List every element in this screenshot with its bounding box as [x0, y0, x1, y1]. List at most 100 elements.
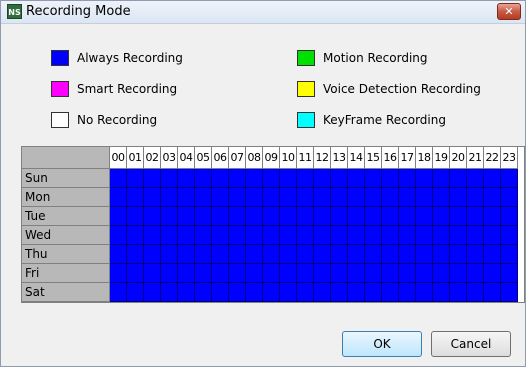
day-label[interactable]: Fri — [22, 264, 110, 283]
schedule-cell[interactable] — [365, 283, 382, 302]
schedule-cell[interactable] — [399, 207, 416, 226]
schedule-cell[interactable] — [314, 226, 331, 245]
legend-swatch[interactable] — [297, 112, 315, 128]
schedule-cell[interactable] — [297, 169, 314, 188]
schedule-cell[interactable] — [280, 188, 297, 207]
schedule-cell[interactable] — [382, 188, 399, 207]
schedule-cell[interactable] — [467, 188, 484, 207]
schedule-cell[interactable] — [212, 169, 229, 188]
schedule-cell[interactable] — [110, 245, 127, 264]
day-label[interactable]: Wed — [22, 226, 110, 245]
hour-header[interactable]: 21 — [467, 147, 484, 169]
schedule-cell[interactable] — [433, 207, 450, 226]
schedule-cell[interactable] — [246, 226, 263, 245]
schedule-cell[interactable] — [195, 188, 212, 207]
hour-header[interactable]: 13 — [331, 147, 348, 169]
schedule-cell[interactable] — [433, 226, 450, 245]
day-label[interactable]: Thu — [22, 245, 110, 264]
schedule-cell[interactable] — [314, 207, 331, 226]
schedule-cell[interactable] — [246, 169, 263, 188]
hour-header[interactable]: 04 — [178, 147, 195, 169]
schedule-cell[interactable] — [127, 188, 144, 207]
schedule-cell[interactable] — [331, 207, 348, 226]
schedule-cell[interactable] — [314, 245, 331, 264]
schedule-cell[interactable] — [263, 207, 280, 226]
schedule-cell[interactable] — [484, 226, 501, 245]
hour-header[interactable]: 22 — [484, 147, 501, 169]
schedule-cell[interactable] — [229, 264, 246, 283]
schedule-cell[interactable] — [127, 245, 144, 264]
schedule-cell[interactable] — [263, 283, 280, 302]
schedule-cell[interactable] — [365, 245, 382, 264]
hour-header[interactable]: 03 — [161, 147, 178, 169]
schedule-cell[interactable] — [382, 245, 399, 264]
schedule-cell[interactable] — [297, 226, 314, 245]
schedule-cell[interactable] — [161, 245, 178, 264]
schedule-cell[interactable] — [433, 169, 450, 188]
schedule-cell[interactable] — [501, 226, 518, 245]
schedule-cell[interactable] — [399, 226, 416, 245]
schedule-cell[interactable] — [416, 283, 433, 302]
schedule-cell[interactable] — [467, 283, 484, 302]
schedule-cell[interactable] — [467, 245, 484, 264]
cancel-button[interactable]: Cancel — [431, 331, 511, 357]
schedule-cell[interactable] — [161, 283, 178, 302]
schedule-cell[interactable] — [212, 245, 229, 264]
schedule-cell[interactable] — [484, 264, 501, 283]
schedule-cell[interactable] — [144, 226, 161, 245]
schedule-cell[interactable] — [195, 169, 212, 188]
schedule-cell[interactable] — [246, 188, 263, 207]
schedule-cell[interactable] — [416, 264, 433, 283]
hour-header[interactable]: 15 — [365, 147, 382, 169]
schedule-cell[interactable] — [416, 169, 433, 188]
schedule-cell[interactable] — [280, 169, 297, 188]
schedule-cell[interactable] — [229, 283, 246, 302]
schedule-cell[interactable] — [450, 245, 467, 264]
schedule-cell[interactable] — [416, 188, 433, 207]
schedule-cell[interactable] — [433, 188, 450, 207]
schedule-cell[interactable] — [382, 207, 399, 226]
schedule-cell[interactable] — [348, 245, 365, 264]
schedule-cell[interactable] — [212, 188, 229, 207]
schedule-cell[interactable] — [127, 226, 144, 245]
legend-swatch[interactable] — [297, 50, 315, 66]
schedule-cell[interactable] — [365, 264, 382, 283]
schedule-cell[interactable] — [110, 169, 127, 188]
schedule-cell[interactable] — [484, 283, 501, 302]
schedule-cell[interactable] — [195, 207, 212, 226]
schedule-cell[interactable] — [331, 188, 348, 207]
schedule-cell[interactable] — [178, 169, 195, 188]
schedule-cell[interactable] — [467, 264, 484, 283]
schedule-cell[interactable] — [501, 283, 518, 302]
schedule-cell[interactable] — [314, 169, 331, 188]
schedule-cell[interactable] — [144, 245, 161, 264]
schedule-cell[interactable] — [195, 264, 212, 283]
hour-header[interactable]: 02 — [144, 147, 161, 169]
schedule-cell[interactable] — [382, 283, 399, 302]
schedule-cell[interactable] — [178, 245, 195, 264]
hour-header[interactable]: 20 — [450, 147, 467, 169]
title-bar[interactable]: NS Recording Mode ✕ — [1, 1, 525, 24]
schedule-cell[interactable] — [467, 169, 484, 188]
schedule-cell[interactable] — [314, 283, 331, 302]
schedule-cell[interactable] — [331, 169, 348, 188]
schedule-cell[interactable] — [297, 264, 314, 283]
schedule-cell[interactable] — [450, 283, 467, 302]
schedule-cell[interactable] — [399, 188, 416, 207]
schedule-cell[interactable] — [416, 245, 433, 264]
schedule-cell[interactable] — [365, 207, 382, 226]
schedule-cell[interactable] — [161, 207, 178, 226]
schedule-cell[interactable] — [144, 207, 161, 226]
legend-swatch[interactable] — [297, 81, 315, 97]
schedule-cell[interactable] — [110, 264, 127, 283]
schedule-cell[interactable] — [467, 207, 484, 226]
schedule-cell[interactable] — [144, 169, 161, 188]
schedule-cell[interactable] — [331, 226, 348, 245]
schedule-cell[interactable] — [484, 188, 501, 207]
day-label[interactable]: Sat — [22, 283, 110, 302]
schedule-cell[interactable] — [178, 188, 195, 207]
schedule-cell[interactable] — [501, 245, 518, 264]
schedule-cell[interactable] — [484, 169, 501, 188]
schedule-cell[interactable] — [246, 207, 263, 226]
schedule-cell[interactable] — [127, 283, 144, 302]
